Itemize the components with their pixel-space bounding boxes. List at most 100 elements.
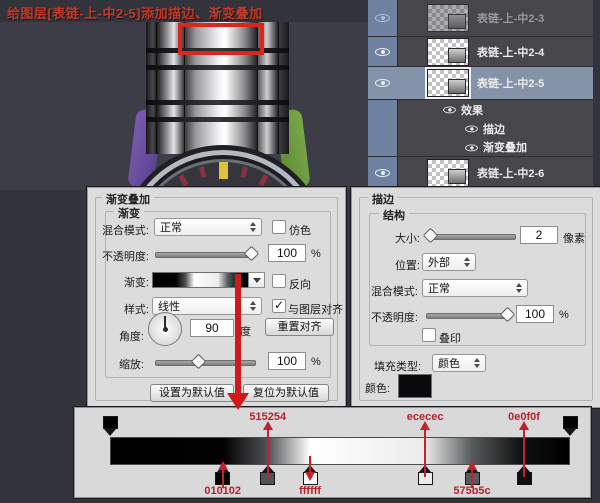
size-unit: 像素: [563, 230, 585, 246]
effect-label: 渐变叠加: [483, 139, 527, 155]
annotation-arrow: [222, 469, 224, 488]
layer-thumbnail[interactable]: [427, 69, 469, 97]
opacity-value[interactable]: 100: [268, 244, 306, 262]
blend-mode-label: 混合模式:: [92, 222, 149, 238]
gradient-bar[interactable]: [110, 437, 570, 465]
layer-row[interactable]: 表链-上-中2-6: [368, 157, 593, 190]
scale-value[interactable]: 100: [268, 352, 306, 370]
reverse-checkbox[interactable]: [272, 274, 286, 288]
position-value: 外部: [428, 254, 450, 270]
eye-icon: [375, 77, 390, 90]
effect-stroke-row[interactable]: 描边: [368, 119, 593, 138]
updown-arrows-icon: [458, 257, 470, 267]
opacity-value[interactable]: 100: [516, 305, 554, 323]
layer-name: 表链-上-中2-5: [477, 75, 544, 91]
position-label: 位置:: [380, 257, 420, 273]
blend-mode-select[interactable]: 正常: [422, 279, 528, 297]
size-value[interactable]: 2: [520, 226, 558, 244]
opacity-slider[interactable]: [155, 252, 256, 258]
blend-mode-value: 正常: [428, 280, 450, 296]
opacity-unit: %: [559, 309, 569, 321]
overprint-label: 叠印: [439, 330, 461, 346]
layer-name: 表链-上-中2-3: [477, 10, 544, 26]
angle-value[interactable]: 90: [190, 319, 234, 337]
align-label: 与图层对齐: [288, 301, 343, 317]
position-select[interactable]: 外部: [422, 253, 476, 271]
layer-name: 表链-上-中2-6: [477, 165, 544, 181]
gradient-opacity-stop[interactable]: [103, 416, 118, 436]
fill-type-select[interactable]: 颜色: [432, 354, 486, 372]
reset-align-button[interactable]: 重置对齐: [265, 318, 334, 336]
gradient-dropdown-button[interactable]: [248, 272, 265, 288]
gradient-stop-hex-label: ffffff: [299, 485, 321, 497]
blend-mode-select[interactable]: 正常: [154, 218, 262, 236]
annotation-arrow: [424, 429, 426, 477]
eye-icon: [375, 167, 390, 180]
stroke-color-swatch[interactable]: [398, 374, 432, 398]
eye-icon[interactable]: [443, 104, 456, 115]
effects-label: 效果: [461, 102, 483, 118]
blend-mode-value: 正常: [160, 219, 182, 235]
group-title: 渐变: [114, 205, 144, 221]
reverse-label: 反向: [289, 276, 311, 292]
size-label: 大小:: [380, 230, 420, 246]
eye-icon: [375, 45, 390, 58]
layer-row[interactable]: 表链-上-中2-4: [368, 37, 593, 67]
opacity-label: 不透明度:: [360, 309, 418, 325]
annotation-arrow: [471, 469, 473, 488]
scale-unit: %: [311, 356, 321, 368]
color-label: 颜色:: [365, 380, 390, 396]
layer-row-selected[interactable]: 表链-上-中2-5: [368, 67, 593, 100]
updown-arrows-icon: [244, 301, 256, 311]
stroke-panel: 描边 结构 大小: 2 像素 位置: 外部 混合模式: 正常 不透明度: 100…: [352, 188, 600, 407]
updown-arrows-icon: [468, 358, 480, 368]
dither-label: 仿色: [289, 222, 311, 238]
fill-type-label: 填充类型:: [374, 358, 421, 374]
eye-icon[interactable]: [465, 123, 478, 134]
overprint-checkbox[interactable]: [422, 328, 436, 342]
annotation-arrow: [267, 429, 269, 477]
angle-label: 角度:: [92, 328, 144, 344]
page-title: 给图层[表链-上-中2-5]添加描边、渐变叠加: [7, 3, 263, 22]
scale-label: 缩放:: [92, 356, 144, 372]
watch-canvas: [0, 22, 368, 190]
layers-panel: 表链-上-中2-3 表链-上-中2-4 表链-上-中2-5 效果 描边 渐变叠加…: [368, 0, 593, 190]
blend-mode-label: 混合模式:: [360, 283, 418, 299]
group-title: 描边: [368, 191, 398, 207]
updown-arrows-icon: [244, 222, 256, 232]
visibility-toggle[interactable]: [368, 45, 397, 58]
effects-row[interactable]: 效果: [368, 100, 593, 119]
updown-arrows-icon: [510, 283, 522, 293]
style-label: 样式:: [92, 301, 149, 317]
eye-icon[interactable]: [465, 141, 478, 152]
angle-dial[interactable]: [148, 312, 182, 346]
fill-type-value: 颜色: [438, 355, 460, 371]
dither-checkbox[interactable]: [272, 220, 286, 234]
layer-row[interactable]: 表链-上-中2-3: [368, 0, 593, 37]
highlight-box: [178, 23, 264, 55]
layer-thumbnail[interactable]: [427, 4, 469, 32]
gradient-overlay-panel: 渐变叠加 渐变 混合模式: 正常 仿色 不透明度: 100 % 渐变: 反向 样…: [88, 188, 345, 407]
visibility-toggle[interactable]: [368, 77, 397, 90]
set-default-button[interactable]: 设置为默认值: [150, 384, 234, 402]
size-slider[interactable]: [428, 234, 516, 240]
annotation-arrow-down: [235, 274, 241, 394]
visibility-toggle[interactable]: [368, 12, 397, 25]
opacity-unit: %: [311, 248, 321, 260]
layer-thumbnail[interactable]: [427, 159, 469, 187]
align-checkbox[interactable]: ✓: [272, 299, 286, 313]
gradient-label: 渐变:: [92, 274, 149, 290]
effect-gradient-overlay-row[interactable]: 渐变叠加: [368, 138, 593, 157]
reset-default-button[interactable]: 复位为默认值: [243, 384, 329, 402]
angle-unit: 度: [240, 323, 251, 339]
annotation-arrow: [523, 429, 525, 477]
opacity-label: 不透明度:: [92, 248, 149, 264]
group-title: 结构: [379, 207, 409, 223]
gradient-opacity-stop[interactable]: [563, 416, 578, 436]
layer-thumbnail[interactable]: [427, 38, 469, 66]
effect-label: 描边: [483, 121, 505, 137]
gradient-editor-panel: 010102515254ffffffececec575b5c0e0f0f: [75, 408, 590, 497]
visibility-toggle[interactable]: [368, 167, 397, 180]
layer-name: 表链-上-中2-4: [477, 44, 544, 60]
annotation-arrow: [309, 456, 311, 473]
